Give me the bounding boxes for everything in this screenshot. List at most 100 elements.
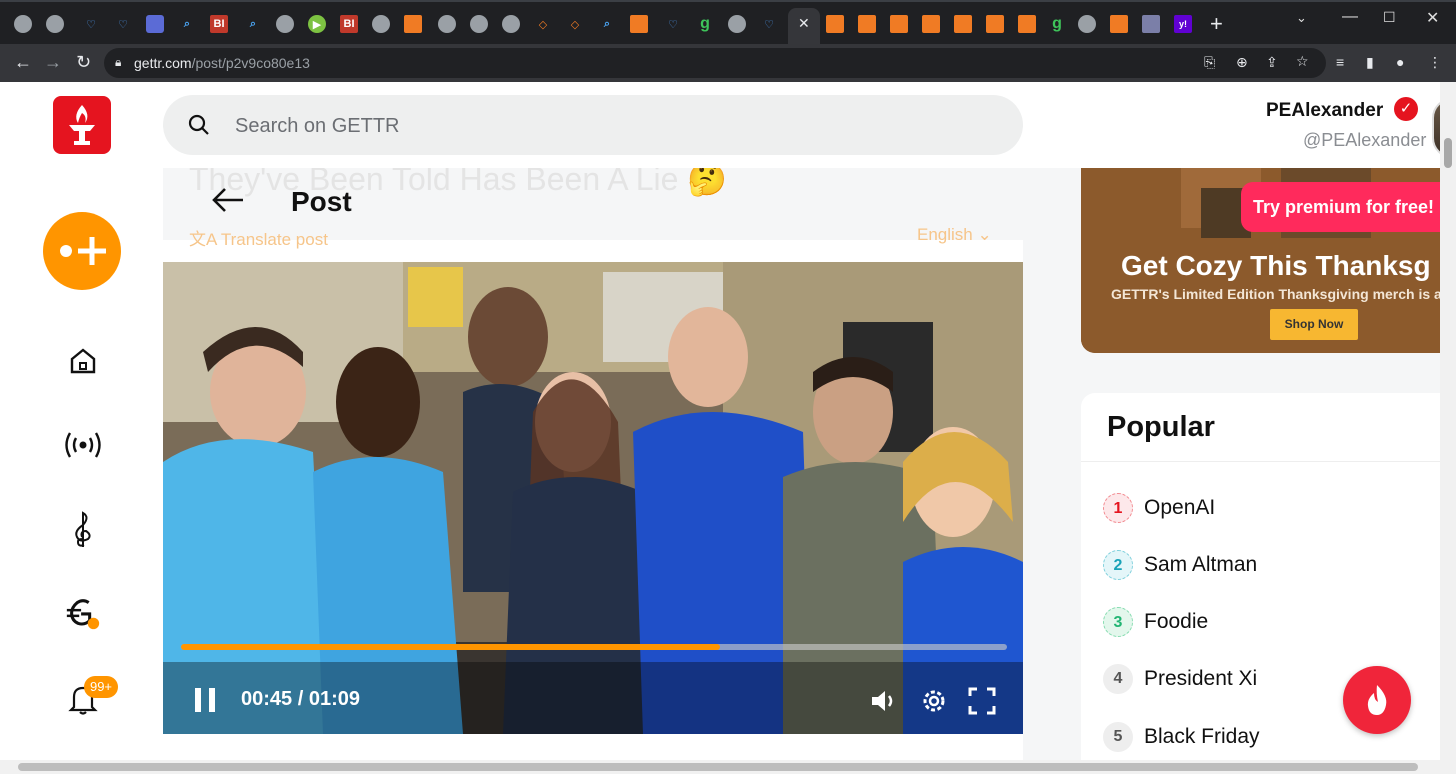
tab-icon-bookmark[interactable] [1018, 15, 1036, 33]
side-panel-icon[interactable]: ▮ [1366, 54, 1374, 71]
notification-badge: 99+ [84, 676, 118, 698]
gettr-logo[interactable] [53, 96, 111, 154]
tab-icon-bookmark[interactable] [826, 15, 844, 33]
try-premium-button[interactable]: Try premium for free! [1241, 182, 1440, 232]
forward-icon[interactable]: → [44, 52, 62, 73]
video-progress-bar[interactable] [181, 644, 1007, 650]
current-time: 00:45 [241, 688, 293, 710]
volume-icon [872, 691, 893, 711]
pause-button[interactable] [193, 686, 217, 719]
volume-button[interactable] [869, 686, 899, 721]
tab-icon-globe[interactable] [438, 15, 456, 33]
vertical-scrollbar[interactable] [1440, 82, 1456, 760]
tab-icon-bookmark[interactable] [986, 15, 1004, 33]
install-icon[interactable]: ⎘ [1204, 54, 1215, 71]
nav-coin[interactable] [64, 594, 102, 632]
create-post-button[interactable] [43, 212, 121, 290]
scrollbar-thumb[interactable] [18, 763, 1418, 771]
tab-icon-bookmark[interactable] [1110, 15, 1128, 33]
rank-badge: 3 [1103, 607, 1133, 637]
gear-icon [923, 690, 945, 712]
user-display-name[interactable]: PEAlexander [1266, 100, 1383, 122]
tab-icon-search[interactable]: ⌕ [244, 15, 262, 33]
shop-now-button[interactable]: Shop Now [1270, 309, 1358, 340]
tab-icon-bi[interactable]: BI [340, 15, 358, 33]
tab-icon-globe[interactable] [728, 15, 746, 33]
tab-icon-globe[interactable] [14, 15, 32, 33]
reload-icon[interactable]: ↻ [76, 52, 91, 73]
zoom-icon[interactable]: ⊕ [1236, 54, 1248, 71]
tab-icon-heart[interactable]: ♡ [760, 15, 778, 33]
tab-icon-bookmark[interactable] [858, 15, 876, 33]
tab-icon-globe[interactable] [470, 15, 488, 33]
search-icon [188, 114, 209, 135]
maximize-icon[interactable]: ☐ [1383, 9, 1396, 26]
lock-icon: 🔒︎ [115, 55, 122, 69]
bookmark-star-icon[interactable]: ☆ [1296, 53, 1309, 70]
tab-icon-globe[interactable] [1078, 15, 1096, 33]
back-button[interactable] [211, 186, 245, 219]
site-header: PEAlexander ✓ @PEAlexander [0, 82, 1440, 168]
tab-icon-play[interactable]: ▶ [308, 15, 326, 33]
tab-icon-bi[interactable]: BI [210, 15, 228, 33]
address-bar[interactable]: 🔒︎ gettr.com/post/p2v9co80e13 ⎘ ⊕ ⇪ ☆ [104, 48, 1326, 78]
tab-search-icon[interactable]: ⌄ [1296, 10, 1307, 26]
tab-icon-globe[interactable] [502, 15, 520, 33]
tab-icon-heart[interactable]: ♡ [114, 15, 132, 33]
tab-icon-search[interactable]: ⌕ [178, 15, 196, 33]
tab-icon-g[interactable]: g [696, 15, 714, 33]
rank-badge: 4 [1103, 664, 1133, 694]
tab-icon-globe[interactable] [372, 15, 390, 33]
profile-icon[interactable]: ● [1396, 54, 1404, 70]
time-separator: / [297, 688, 304, 710]
settings-button[interactable] [919, 686, 949, 721]
window-close-icon[interactable]: ✕ [1426, 8, 1439, 28]
gettr-coin-icon [66, 599, 100, 630]
nav-home[interactable] [64, 342, 102, 380]
tab-icon-g[interactable]: g [1048, 15, 1066, 33]
tab-icon-bookmark[interactable] [922, 15, 940, 33]
tab-icon-heart[interactable]: ♡ [664, 15, 682, 33]
tab-icon-globe[interactable] [46, 15, 64, 33]
divider [1081, 461, 1440, 462]
fullscreen-button[interactable] [967, 686, 997, 721]
tab-icon-globe[interactable] [276, 15, 294, 33]
minimize-icon[interactable]: — [1342, 8, 1358, 26]
tab-icon-bookmark[interactable] [404, 15, 422, 33]
trend-label: OpenAI [1144, 496, 1216, 519]
video-player[interactable]: 00:45 / 01:09 [163, 262, 1023, 734]
video-time: 00:45 / 01:09 [241, 688, 360, 711]
flame-icon [1367, 685, 1387, 715]
search-bar[interactable] [163, 95, 1023, 155]
tab-icon-shield[interactable]: ◇ [534, 15, 552, 33]
user-handle: @PEAlexander [1303, 130, 1427, 150]
browser-tab-strip: ♡ ♡ ⌕ BI ⌕ ▶ BI ◇ ◇ ⌕ ♡ g ♡ ✕ g y! + ⌄ —… [0, 0, 1456, 46]
pause-icon [195, 688, 215, 712]
tab-icon-bookmark[interactable] [630, 15, 648, 33]
video-frame [163, 262, 1023, 734]
search-input[interactable] [233, 109, 937, 143]
active-tab[interactable]: ✕ [788, 8, 820, 46]
tab-icon-tag[interactable] [146, 15, 164, 33]
tab-icon-bookmark[interactable] [890, 15, 908, 33]
nav-live[interactable] [64, 426, 102, 464]
avatar[interactable] [1432, 98, 1440, 158]
media-control-icon[interactable]: ≡ [1336, 54, 1344, 70]
nav-music[interactable] [64, 510, 102, 548]
share-icon[interactable]: ⇪ [1266, 54, 1278, 71]
back-icon[interactable]: ← [14, 52, 32, 73]
browser-toolbar: ← → ↻ 🔒︎ gettr.com/post/p2v9co80e13 ⎘ ⊕ … [0, 44, 1456, 82]
new-tab-button[interactable]: + [1210, 11, 1223, 37]
menu-icon[interactable]: ⋮ [1428, 54, 1442, 71]
tab-icon-search[interactable]: ⌕ [598, 15, 616, 33]
video-progress-fill [181, 644, 720, 650]
scrollbar-thumb[interactable] [1444, 138, 1452, 168]
tab-icon-yahoo[interactable]: y! [1174, 15, 1192, 33]
horizontal-scrollbar[interactable] [0, 760, 1456, 774]
gettr-fire-button[interactable] [1343, 666, 1411, 734]
tab-icon-bookmark[interactable] [954, 15, 972, 33]
tab-icon-shield[interactable]: ◇ [566, 15, 584, 33]
tab-icon-flag[interactable] [1142, 15, 1160, 33]
tab-icon-heart[interactable]: ♡ [82, 15, 100, 33]
close-tab-icon[interactable]: ✕ [798, 15, 810, 32]
